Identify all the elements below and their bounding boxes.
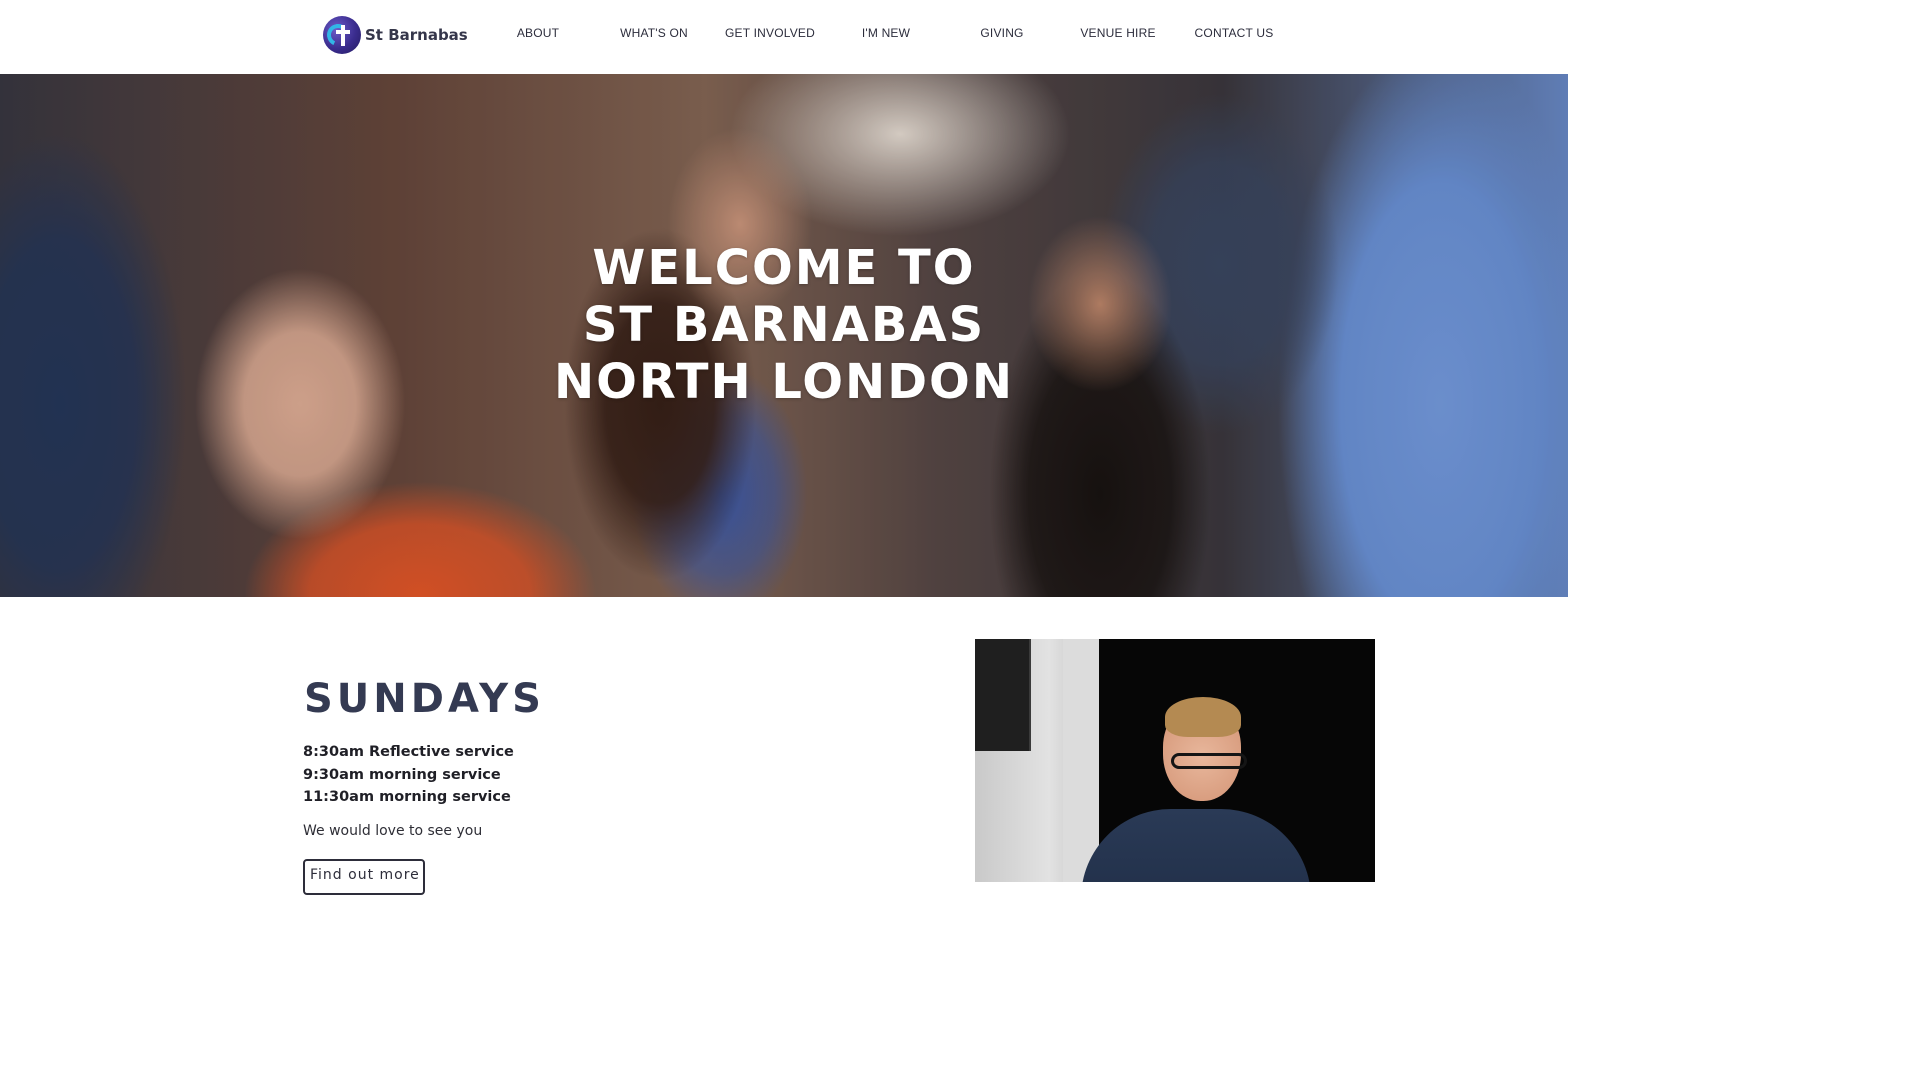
nav-item-giving[interactable]: GIVING	[944, 26, 1060, 40]
welcome-note: We would love to see you	[303, 823, 483, 839]
nav-item-im-new[interactable]: I'M NEW	[828, 26, 944, 40]
nav-item-get-involved[interactable]: GET INVOLVED	[712, 26, 828, 40]
find-out-more-button[interactable]: Find out more	[303, 859, 425, 895]
hero-title-line-3: NORTH LONDON	[553, 354, 1015, 410]
pastor-photo	[975, 639, 1375, 882]
site-logo[interactable]: St Barnabas	[323, 16, 468, 54]
sundays-heading: SUNDAYS	[304, 676, 545, 722]
nav-item-about[interactable]: ABOUT	[480, 26, 596, 40]
nav-item-whats-on[interactable]: WHAT'S ON	[596, 26, 712, 40]
logo-text: St Barnabas	[365, 26, 468, 44]
hero-banner: WELCOME TO ST BARNABAS NORTH LONDON	[0, 74, 1568, 597]
hero-title-line-1: WELCOME TO	[592, 240, 976, 296]
site-header: St Barnabas ABOUT WHAT'S ON GET INVOLVED…	[0, 0, 1568, 74]
hero-title: WELCOME TO ST BARNABAS NORTH LONDON	[0, 240, 1568, 411]
hero-title-line-2: ST BARNABAS	[582, 297, 986, 353]
cross-circle-logo-icon	[323, 16, 361, 54]
service-time-item: 9:30am morning service	[303, 766, 501, 783]
service-time-item: 8:30am Reflective service	[303, 744, 514, 760]
nav-item-venue-hire[interactable]: VENUE HIRE	[1060, 26, 1176, 40]
nav-item-contact-us[interactable]: CONTACT US	[1176, 26, 1292, 40]
service-times-list: 8:30am Reflective service 9:30am morning…	[303, 741, 514, 809]
service-time-item: 11:30am morning service	[303, 789, 511, 805]
